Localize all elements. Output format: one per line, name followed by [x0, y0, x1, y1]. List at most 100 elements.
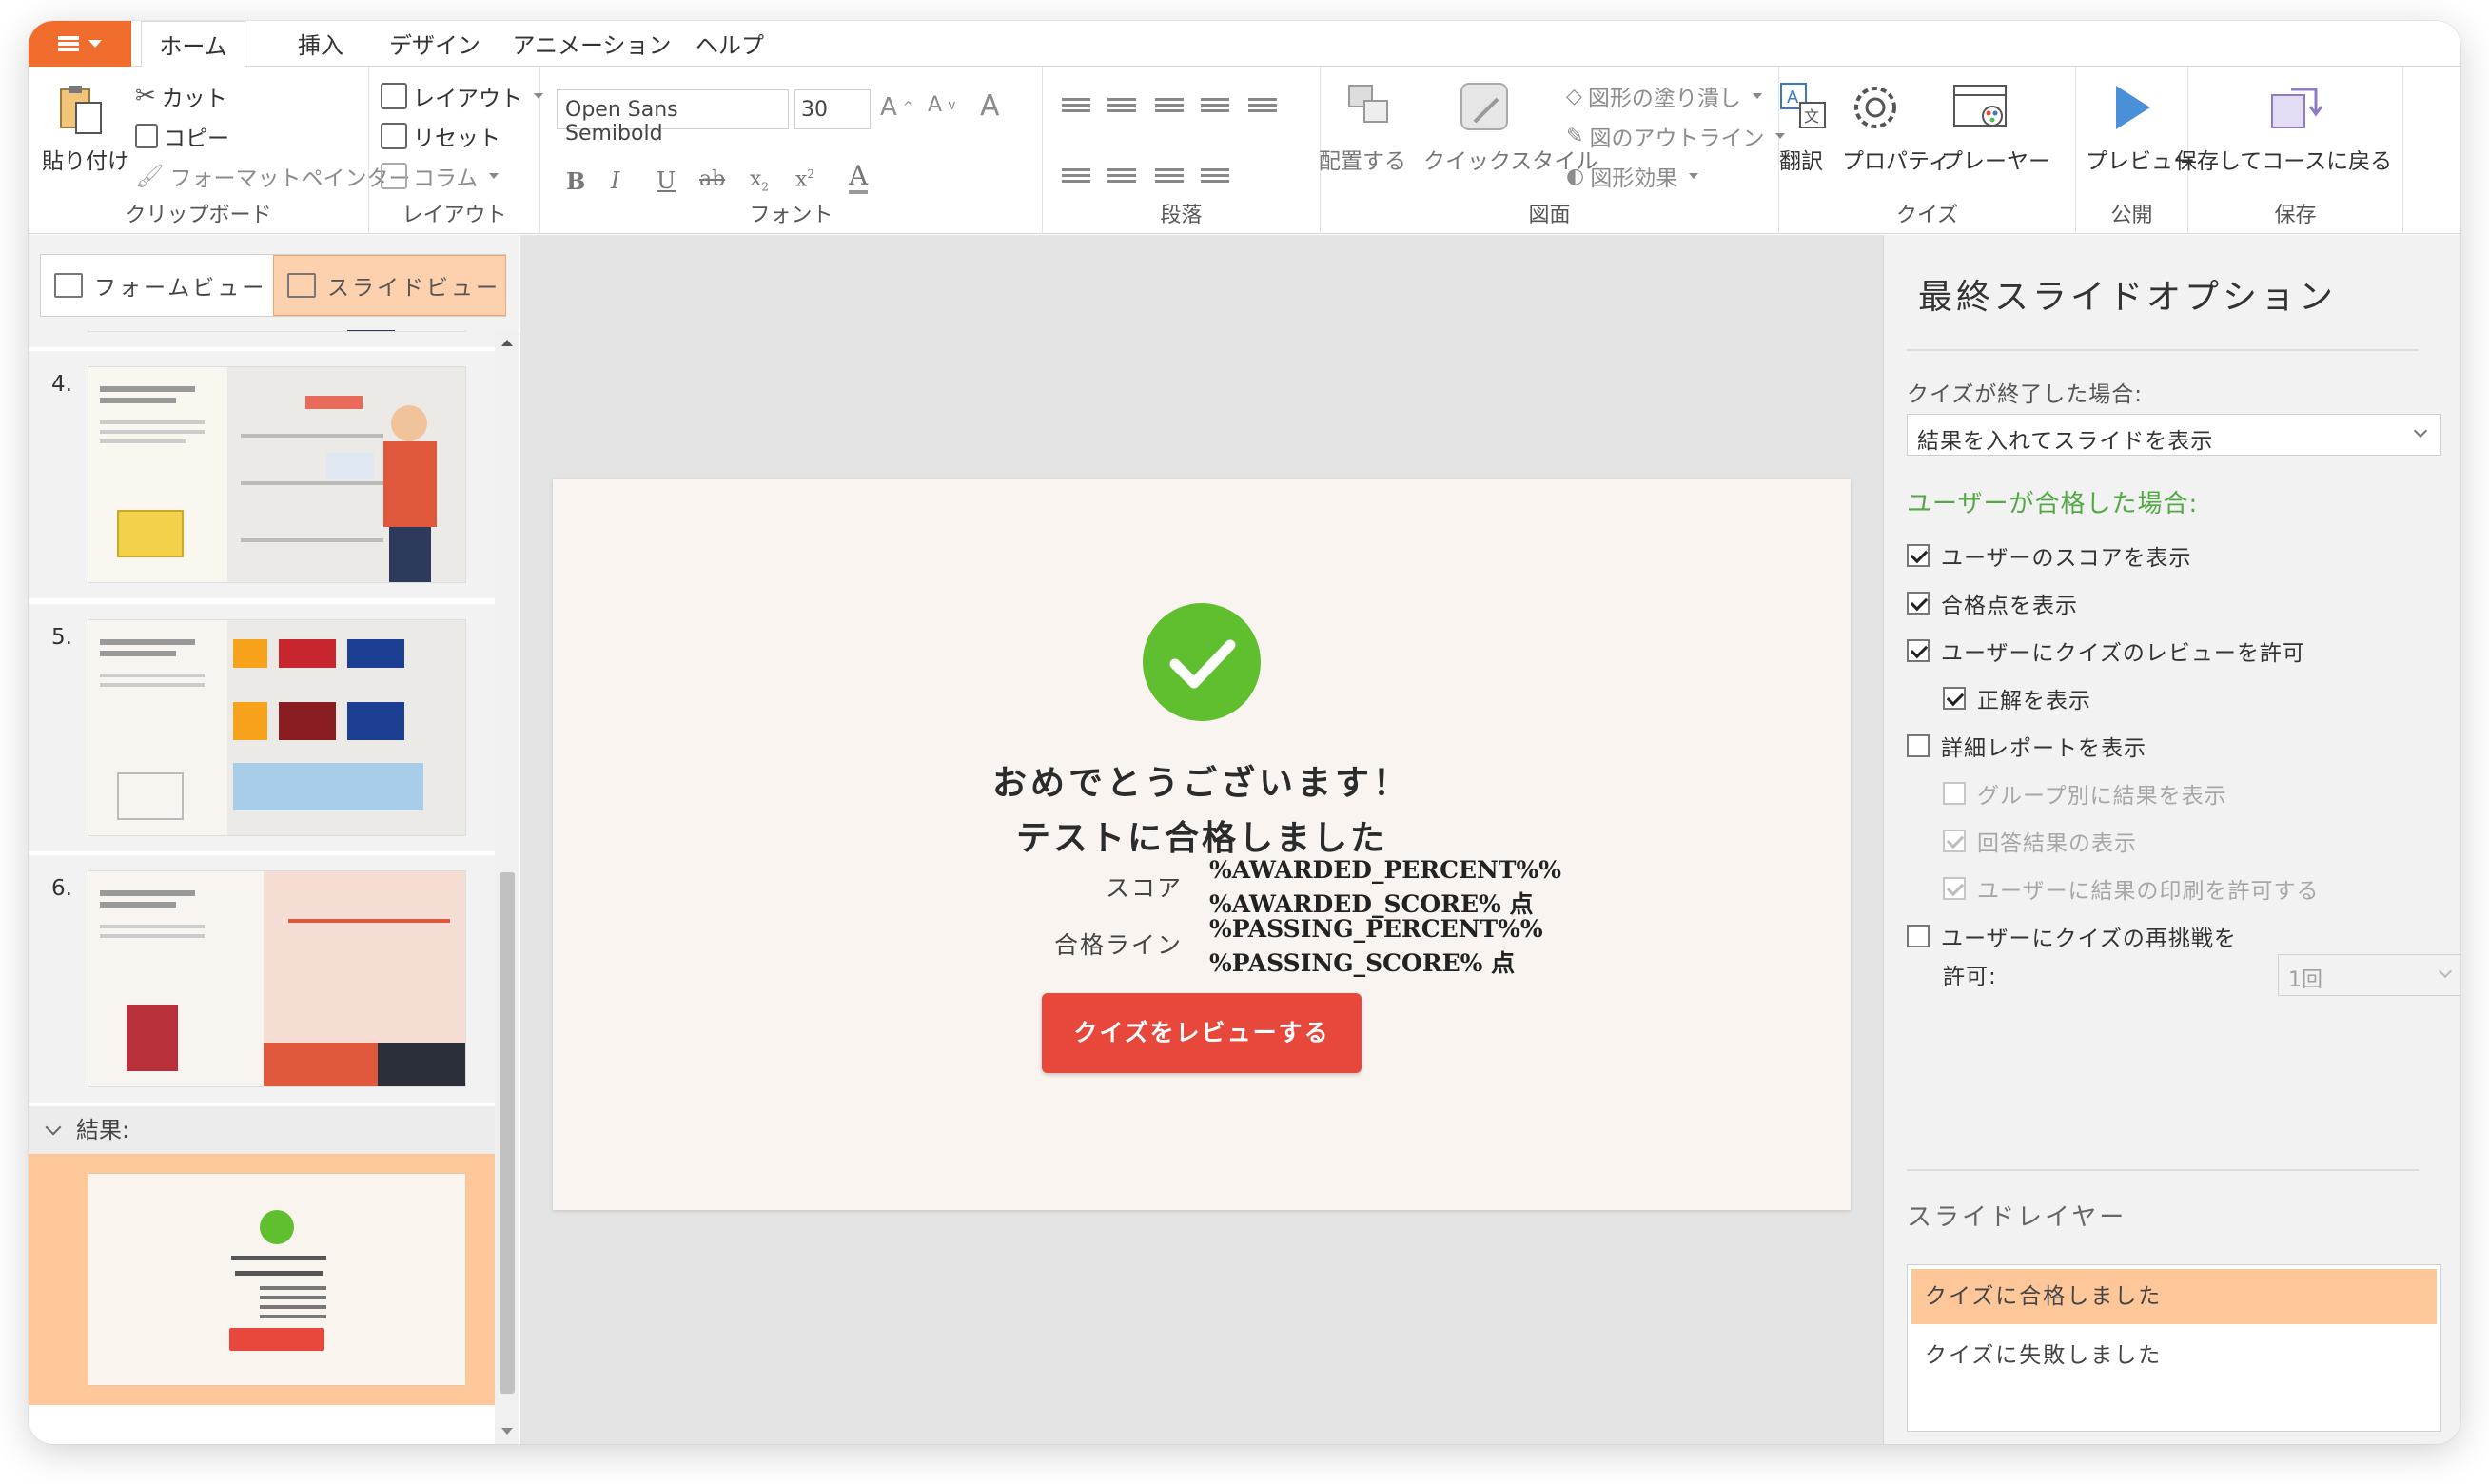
if-passed-heading: ユーザーが合格した場合: — [1907, 490, 2199, 518]
numbered-list-icon[interactable] — [1107, 95, 1136, 120]
line-spacing-icon[interactable] — [1248, 95, 1277, 120]
shape-effects-button[interactable]: ◐ 図形効果 — [1566, 160, 1699, 192]
option-label: 正解を表示 — [1977, 689, 2091, 713]
subscript-icon[interactable]: x2 — [750, 167, 769, 193]
slide-thumbnail-3[interactable] — [29, 330, 495, 349]
superscript-icon[interactable]: x2 — [795, 167, 814, 191]
slide-thumbnail-result[interactable] — [29, 1154, 495, 1405]
slide-icon — [287, 273, 316, 298]
slide-thumbnail-list: 4. 5. 6. 結果: — [29, 330, 495, 1444]
column-button[interactable]: コラム — [381, 160, 500, 192]
publish-group-label: 公開 — [2110, 204, 2153, 227]
group-clipboard: 貼り付け ✂ カット コピー 🖌 フォーマットペインター クリップボード — [29, 67, 410, 234]
menu-icon — [58, 36, 79, 51]
when-finished-select[interactable]: 結果を入れてスライドを表示 — [1907, 414, 2441, 456]
slide-thumbnail-4[interactable]: 4. — [29, 351, 495, 600]
divider — [1907, 1169, 2419, 1171]
checkbox-unchecked[interactable] — [1907, 734, 1930, 757]
italic-icon[interactable]: I — [611, 167, 619, 194]
bullet-list-icon[interactable] — [1062, 95, 1090, 120]
clear-format-icon[interactable]: A — [980, 89, 1000, 123]
justify-icon[interactable] — [1201, 166, 1229, 190]
font-size-select[interactable]: 30 — [794, 89, 871, 129]
scrollbar-thumb[interactable] — [500, 872, 515, 1394]
save-group-label: 保存 — [2274, 204, 2317, 227]
pen-icon: ✎ — [1566, 124, 1584, 148]
translate-button[interactable]: 翻訳 — [1779, 143, 1823, 175]
result-slide[interactable]: おめでとうございます！ テストに合格しました スコア %AWARDED_PERC… — [553, 479, 1851, 1210]
app-menu-button[interactable] — [29, 21, 131, 67]
slide-thumbnail-image — [88, 366, 466, 583]
copy-button[interactable]: コピー — [135, 120, 229, 152]
arrange-button[interactable]: 配置する — [1319, 143, 1406, 175]
allow-retry-option[interactable]: ユーザーにクイズの再挑戦を — [1907, 920, 2237, 952]
form-view-button[interactable]: フォームビュー — [41, 255, 273, 316]
increase-font-icon[interactable]: A ^ — [880, 93, 914, 122]
align-right-icon[interactable] — [1155, 166, 1184, 190]
layer-passed[interactable]: クイズに合格しました — [1911, 1269, 2437, 1324]
checkbox-checked[interactable] — [1907, 544, 1930, 567]
tab-help[interactable]: ヘルプ — [687, 21, 773, 67]
tab-home[interactable]: ホーム — [141, 21, 245, 68]
chevron-down-icon — [489, 173, 500, 179]
tab-design[interactable]: デザイン — [373, 21, 497, 67]
play-icon — [2116, 86, 2150, 129]
quiz-group-label: クイズ — [1895, 204, 1959, 227]
checkbox-checked[interactable] — [1943, 687, 1966, 710]
cut-button[interactable]: ✂ カット — [135, 80, 227, 112]
slide-thumbnail-6[interactable]: 6. — [29, 855, 495, 1104]
shape-fill-button[interactable]: ◇ 図形の塗り潰し — [1566, 80, 1762, 112]
properties-button[interactable]: プロパティ — [1842, 143, 1950, 175]
show-passing-option[interactable]: 合格点を表示 — [1907, 587, 2078, 619]
ribbon-tabbar: ホーム 挿入 デザイン アニメーション ヘルプ — [29, 21, 2460, 68]
checkbox-unchecked[interactable] — [1907, 925, 1930, 947]
paragraph-group-label: 段落 — [1160, 204, 1203, 227]
layout-button[interactable]: レイアウト — [381, 80, 543, 112]
slide-list-scrollbar[interactable] — [495, 330, 519, 1444]
review-quiz-button[interactable]: クイズをレビューする — [1042, 993, 1362, 1073]
checkbox-checked[interactable] — [1907, 592, 1930, 615]
font-family-select[interactable]: Open Sans Semibold — [557, 89, 789, 146]
paste-button[interactable]: 貼り付け — [42, 143, 129, 175]
slide-view-label: スライドビュー — [327, 276, 500, 301]
checkbox-disabled-checked — [1943, 830, 1966, 852]
increase-indent-icon[interactable] — [1201, 95, 1229, 120]
underline-icon[interactable]: U — [657, 167, 676, 194]
column-label: コラム — [413, 166, 479, 191]
show-correct-option[interactable]: 正解を表示 — [1943, 682, 2091, 714]
strikethrough-icon[interactable]: ab — [699, 167, 725, 191]
player-icon — [1953, 85, 2007, 127]
slide-canvas: おめでとうございます！ テストに合格しました スコア %AWARDED_PERC… — [520, 235, 1883, 1444]
score-label: スコア — [1105, 874, 1183, 902]
detailed-report-option[interactable]: 詳細レポートを表示 — [1907, 730, 2146, 762]
decrease-indent-icon[interactable] — [1155, 95, 1184, 120]
answer-results-option: 回答結果の表示 — [1943, 825, 2137, 857]
tab-insert[interactable]: 挿入 — [278, 21, 363, 67]
slide-view-button[interactable]: スライドビュー — [273, 255, 506, 316]
tab-animation[interactable]: アニメーション — [497, 21, 687, 67]
align-center-icon[interactable] — [1107, 166, 1136, 190]
section-results-header[interactable]: 結果: — [29, 1106, 495, 1154]
scroll-down-arrow-icon[interactable] — [501, 1428, 513, 1435]
passing-label: 合格ライン — [1053, 931, 1183, 959]
congrats-heading: おめでとうございます！ — [991, 764, 1411, 803]
player-button[interactable]: プレーヤー — [1941, 143, 2050, 175]
show-score-option[interactable]: ユーザーのスコアを表示 — [1907, 539, 2192, 572]
layer-failed[interactable]: クイズに失敗しました — [1911, 1328, 2437, 1383]
bold-icon[interactable]: B — [566, 167, 585, 195]
save-return-button[interactable]: 保存してコースに戻る — [2175, 143, 2392, 175]
shape-outline-button[interactable]: ✎ 図のアウトライン — [1566, 120, 1786, 152]
shape-effects-label: 図形効果 — [1590, 166, 1678, 191]
checkbox-checked[interactable] — [1907, 639, 1930, 662]
decrease-font-icon[interactable]: Av — [928, 93, 955, 117]
passing-percent-value: %PASSING_PERCENT%% — [1209, 915, 1543, 943]
slide-number: 4. — [51, 372, 72, 397]
option-label: 詳細レポートを表示 — [1941, 736, 2146, 761]
reset-button[interactable]: リセット — [381, 120, 500, 152]
scroll-up-arrow-icon[interactable] — [501, 340, 513, 346]
font-color-icon[interactable]: A — [849, 162, 869, 194]
chevron-down-icon — [88, 40, 102, 48]
align-left-icon[interactable] — [1062, 166, 1090, 190]
allow-review-option[interactable]: ユーザーにクイズのレビューを許可 — [1907, 635, 2305, 667]
slide-thumbnail-5[interactable]: 5. — [29, 604, 495, 853]
